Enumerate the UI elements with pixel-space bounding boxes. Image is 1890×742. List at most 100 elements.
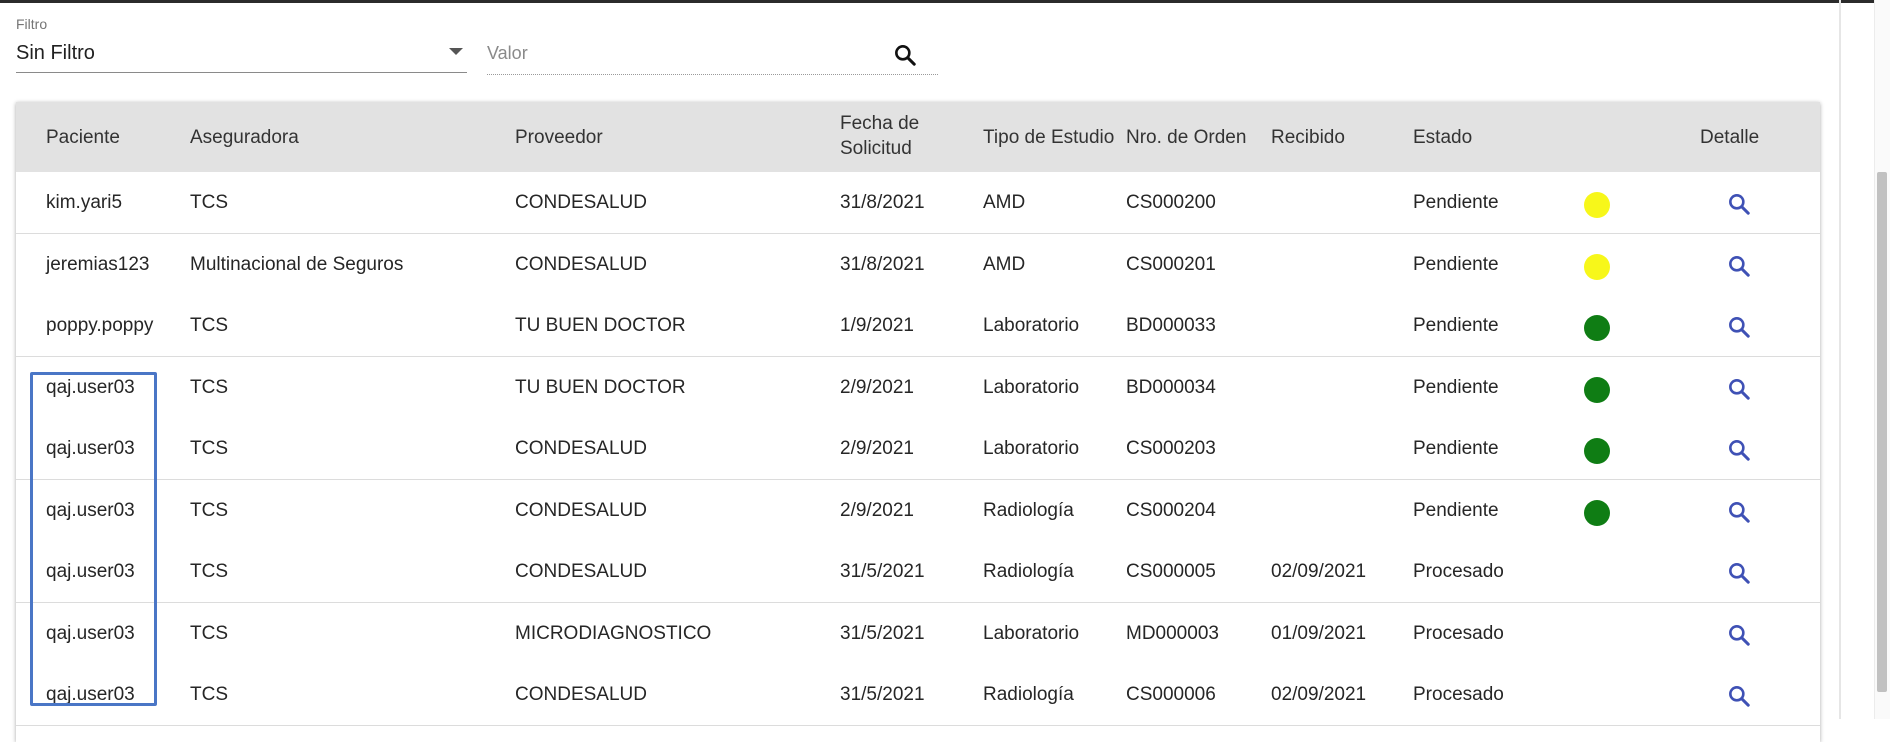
cell-orden: CS000200: [1126, 192, 1216, 213]
cell-estado: Pendiente: [1413, 499, 1499, 521]
cell-proveedor: TU BUEN DOCTOR: [515, 315, 686, 336]
cell-proveedor: CONDESALUD: [515, 253, 647, 275]
status-indicator-dot: [1584, 499, 1610, 526]
cell-proveedor: CONDESALUD: [515, 192, 647, 213]
cell-fecha: 1/9/2021: [840, 315, 914, 336]
filter-selected-value: Sin Filtro: [16, 42, 95, 64]
cell-aseguradora: TCS: [190, 684, 228, 705]
cell-recibido: 02/09/2021: [1271, 684, 1367, 705]
cell-orden: CS000204: [1126, 499, 1216, 521]
cell-aseguradora: TCS: [190, 561, 228, 582]
cell-tipo: Radiología: [983, 684, 1074, 705]
cell-proveedor: CONDESALUD: [515, 438, 647, 459]
cell-aseguradora: Multinacional de Seguros: [190, 253, 404, 275]
search-icon[interactable]: [1726, 376, 1752, 402]
search-icon[interactable]: [1726, 253, 1752, 279]
status-indicator-dot: [1584, 315, 1610, 341]
cell-paciente: qaj.user03: [46, 622, 135, 644]
cell-estado: Pendiente: [1413, 315, 1499, 336]
cell-paciente: qaj.user03: [46, 499, 135, 521]
header-estado[interactable]: Estado: [1413, 125, 1472, 150]
cell-proveedor: CONDESALUD: [515, 684, 647, 705]
cell-aseguradora: TCS: [190, 315, 228, 336]
cell-estado: Procesado: [1413, 622, 1504, 644]
table-row: qaj.user03 TCS TU BUEN DOCTOR 2/9/2021 Labor…: [16, 356, 1820, 419]
cell-orden: CS000201: [1126, 253, 1216, 275]
cell-proveedor: CONDESALUD: [515, 561, 647, 582]
table-row: qaj.user03 TCS MICRODIAGNOSTICO 31/5/2021 La…: [16, 602, 1820, 665]
cell-estado: Pendiente: [1413, 376, 1499, 398]
caret-down-icon: [449, 48, 463, 55]
table-row: kim.yari5 TCS CONDESALUD 31/8/2021 AMD CS0002…: [16, 172, 1820, 234]
search-icon[interactable]: [1726, 191, 1752, 217]
table-header: Paciente Aseguradora Proveedor Fecha de …: [16, 102, 1820, 172]
cell-paciente: qaj.user03: [46, 376, 135, 398]
status-indicator-dot: [1584, 376, 1610, 403]
cell-fecha: 31/8/2021: [840, 253, 925, 275]
cell-estado: Pendiente: [1413, 253, 1499, 275]
search-icon[interactable]: [892, 42, 918, 68]
cell-orden: BD000034: [1126, 376, 1216, 398]
header-tipo-estudio[interactable]: Tipo de Estudio: [983, 125, 1114, 150]
header-proveedor[interactable]: Proveedor: [515, 125, 603, 150]
cell-proveedor: CONDESALUD: [515, 499, 647, 521]
search-icon[interactable]: [1726, 560, 1752, 586]
search-icon[interactable]: [1726, 683, 1752, 709]
header-recibido[interactable]: Recibido: [1271, 125, 1345, 150]
cell-fecha: 31/8/2021: [840, 192, 925, 213]
cell-fecha: 31/5/2021: [840, 622, 925, 644]
cell-aseguradora: TCS: [190, 376, 228, 398]
cell-paciente: qaj.user03: [46, 684, 135, 705]
header-fecha-solicitud[interactable]: Fecha de Solicitud: [840, 111, 919, 161]
cell-tipo: Laboratorio: [983, 438, 1080, 459]
cell-aseguradora: TCS: [190, 438, 228, 459]
cell-fecha: 31/5/2021: [840, 561, 925, 582]
cell-orden: CS000203: [1126, 438, 1216, 459]
cell-aseguradora: TCS: [190, 499, 228, 521]
cell-tipo: Radiología: [983, 499, 1074, 521]
cell-fecha: 2/9/2021: [840, 499, 914, 521]
page-divider: [1839, 0, 1841, 719]
cell-proveedor: MICRODIAGNOSTICO: [515, 622, 712, 644]
header-aseguradora[interactable]: Aseguradora: [190, 125, 299, 150]
value-field: [487, 14, 938, 75]
cell-orden: BD000033: [1126, 315, 1216, 336]
results-table: Paciente Aseguradora Proveedor Fecha de …: [16, 102, 1820, 742]
search-icon[interactable]: [1726, 499, 1752, 525]
filter-label: Filtro: [16, 16, 48, 32]
status-indicator-dot: [1584, 438, 1610, 464]
header-detalle: Detalle: [1700, 127, 1760, 148]
header-fecha-line2: Solicitud: [840, 138, 912, 159]
status-indicator-dot: [1584, 192, 1610, 218]
cell-estado: Pendiente: [1413, 438, 1499, 459]
cell-estado: Procesado: [1413, 561, 1504, 582]
header-nro-orden[interactable]: Nro. de Orden: [1126, 125, 1246, 150]
cell-recibido: 01/09/2021: [1271, 622, 1367, 644]
cell-orden: CS000006: [1126, 684, 1216, 705]
header-paciente[interactable]: Paciente: [46, 125, 120, 150]
search-icon[interactable]: [1726, 437, 1752, 463]
status-indicator-dot: [1584, 253, 1610, 280]
value-input[interactable]: [487, 40, 867, 66]
cell-tipo: Laboratorio: [983, 622, 1080, 644]
cell-recibido: 02/09/2021: [1271, 561, 1367, 582]
cell-tipo: AMD: [983, 192, 1026, 213]
cell-proveedor: TU BUEN DOCTOR: [515, 376, 686, 398]
table-row: qaj.user03 TCS CONDESALUD 31/5/2021 Radiolog…: [16, 541, 1820, 603]
cell-orden: MD000003: [1126, 622, 1219, 644]
cell-paciente: qaj.user03: [46, 561, 135, 582]
filter-select[interactable]: Filtro Sin Filtro: [16, 14, 467, 73]
scrollbar-thumb[interactable]: [1877, 172, 1887, 692]
cell-tipo: AMD: [983, 253, 1026, 275]
top-border: [0, 0, 1890, 3]
cell-paciente: jeremias123: [46, 253, 150, 275]
cell-estado: Pendiente: [1413, 192, 1499, 213]
cell-paciente: poppy.poppy: [46, 315, 154, 336]
cell-orden: CS000005: [1126, 561, 1216, 582]
table-row: qaj.user03 TCS CONDESALUD 2/9/2021 Radiologí…: [16, 479, 1820, 542]
search-icon[interactable]: [1726, 622, 1752, 648]
cell-tipo: Laboratorio: [983, 376, 1080, 398]
search-icon[interactable]: [1726, 314, 1752, 340]
cell-tipo: Radiología: [983, 561, 1074, 582]
header-fecha-line1: Fecha de: [840, 113, 920, 134]
